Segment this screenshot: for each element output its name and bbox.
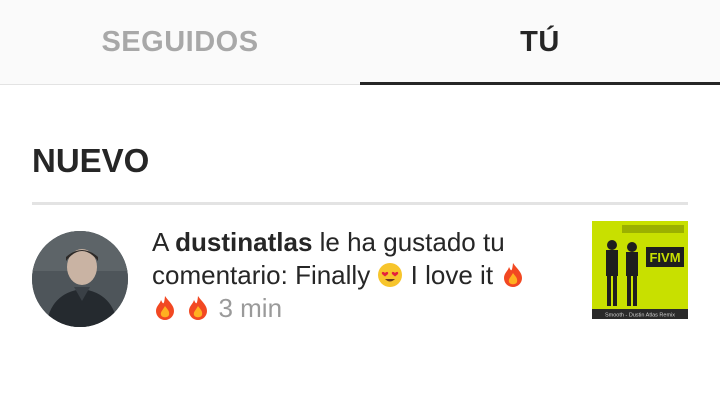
- active-tab-indicator: [360, 82, 720, 85]
- comment-text: I love it: [410, 260, 494, 290]
- section-divider: [32, 202, 688, 205]
- fire-icon: [189, 296, 208, 320]
- section-title: NUEVO: [32, 142, 150, 179]
- tab-you-label: TÚ: [520, 25, 560, 58]
- tab-following[interactable]: SEGUIDOS: [0, 0, 360, 84]
- avatar[interactable]: [32, 231, 128, 327]
- tab-bar: SEGUIDOS TÚ: [0, 0, 720, 85]
- tab-you[interactable]: TÚ: [360, 0, 720, 84]
- notification-text: A dustinatlas le ha gustado tu comentari…: [152, 226, 572, 325]
- username-link[interactable]: dustinatlas: [175, 227, 312, 257]
- tab-following-label: SEGUIDOS: [101, 25, 259, 58]
- heart-eyes-icon: [378, 263, 403, 287]
- notification-prefix: A: [152, 227, 168, 257]
- album-logo: FIVM: [649, 250, 680, 265]
- fire-icon: [156, 296, 174, 320]
- album-art: FIVM Smooth - Dustin Atlas Remix: [592, 221, 688, 319]
- post-thumbnail[interactable]: FIVM Smooth - Dustin Atlas Remix: [592, 221, 688, 319]
- album-footer: Smooth - Dustin Atlas Remix: [605, 313, 675, 319]
- avatar-photo: [32, 231, 128, 327]
- timestamp: 3 min: [218, 293, 283, 323]
- fire-icon: [504, 263, 523, 287]
